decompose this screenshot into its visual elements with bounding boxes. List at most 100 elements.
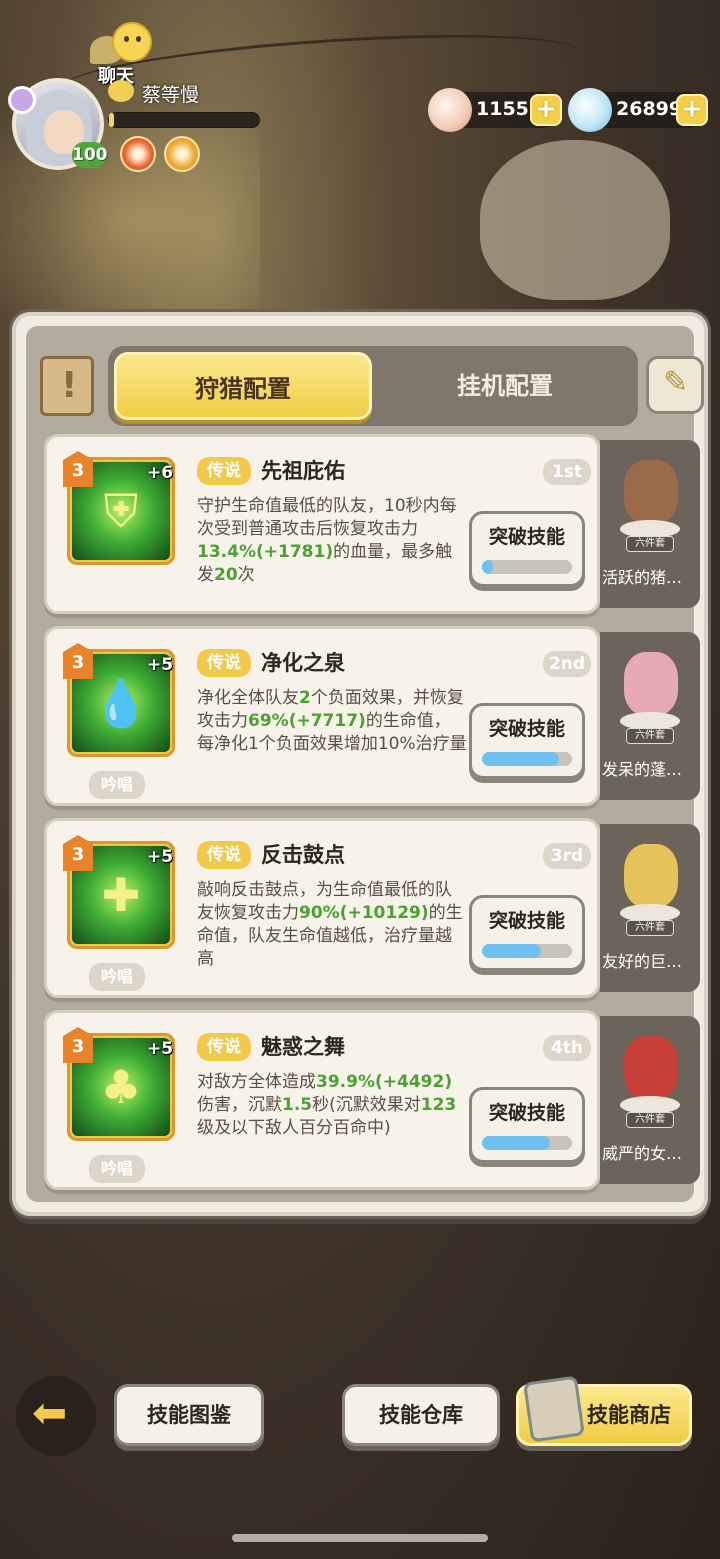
set-tag: 六件套: [626, 536, 674, 552]
scroll-icon[interactable]: [40, 356, 94, 416]
set-figure-icon: [624, 1036, 678, 1100]
chant-badge: 吟唱: [89, 963, 145, 991]
background-skull: [480, 140, 670, 300]
skill-name: 先祖庇佑: [261, 459, 345, 483]
exp-bar: [108, 112, 260, 128]
breakthrough-progress: [482, 944, 572, 958]
rarity-badge: 传说: [197, 1033, 251, 1061]
back-arrow-icon[interactable]: [16, 1376, 96, 1456]
exp-bar-fill: [109, 113, 114, 127]
set-tag: 六件套: [626, 920, 674, 936]
skill-description: 敲响反击鼓点，为生命值最低的队友恢复攻击力90%(+10129)的生命值，队友生…: [197, 879, 467, 971]
skill-name: 净化之泉: [261, 651, 345, 675]
player-level: 100: [72, 142, 108, 168]
skill-storage-button[interactable]: 技能仓库: [342, 1384, 500, 1446]
skill-row: 💧 3 +5 吟唱 传说 净化之泉 2nd 净化全体队友2个负面效果，并恢复攻击…: [44, 626, 700, 806]
breakthrough-button[interactable]: 突破技能: [469, 511, 585, 587]
buff-fire-icon[interactable]: [120, 136, 156, 172]
skill-description: 守护生命值最低的队友，10秒内每次受到普通攻击后恢复攻击力 13.4%(+1781…: [197, 495, 467, 587]
panel-body: 狩猎配置 挂机配置 ⛨ 3 +6 传说 先祖庇佑 1st 守护生命值最低的队友，…: [26, 326, 704, 1202]
skill-row: ✚ 3 +5 吟唱 传说 反击鼓点 3rd 敲响反击鼓点，为生命值最低的队友恢复…: [44, 818, 700, 998]
tab-hunt-config[interactable]: 狩猎配置: [114, 352, 372, 420]
breakthrough-progress-fill: [482, 752, 559, 766]
skill-desc-segment: 次: [237, 565, 255, 585]
breakthrough-button[interactable]: 突破技能: [469, 703, 585, 779]
edit-icon[interactable]: [646, 356, 704, 414]
skill-plus-level: +5: [147, 847, 174, 867]
set-name: 发呆的蓬…: [602, 760, 683, 779]
skill-desc-segment: (+7717): [288, 711, 366, 731]
equipment-set[interactable]: 六件套 友好的巨…: [600, 824, 700, 992]
pearl-icon: [568, 88, 612, 132]
skill-card[interactable]: ✚ 3 +5 吟唱 传说 反击鼓点 3rd 敲响反击鼓点，为生命值最低的队友恢复…: [44, 818, 600, 998]
player-title-icon: [108, 80, 134, 102]
rarity-badge: 传说: [197, 841, 251, 869]
skill-plus-level: +6: [147, 463, 174, 483]
breakthrough-label: 突破技能: [488, 910, 565, 932]
breakthrough-progress-fill: [482, 944, 541, 958]
breakthrough-label: 突破技能: [488, 718, 565, 740]
avatar-frame-badge-icon: [8, 86, 36, 114]
skill-desc-segment: 2: [299, 688, 311, 708]
skill-rank-badge: 4th: [543, 1035, 591, 1061]
skill-row: ♣ 3 +5 吟唱 传说 魅惑之舞 4th 对敌方全体造成39.9%(+4492…: [44, 1010, 700, 1190]
skill-card[interactable]: ⛨ 3 +6 传说 先祖庇佑 1st 守护生命值最低的队友，10秒内每次受到普通…: [44, 434, 600, 614]
skill-desc-segment: 1.5: [282, 1095, 313, 1115]
skill-config-panel: 狩猎配置 挂机配置 ⛨ 3 +6 传说 先祖庇佑 1st 守护生命值最低的队友，…: [12, 312, 708, 1216]
set-tag: 六件套: [626, 728, 674, 744]
skill-rank-badge: 1st: [543, 459, 591, 485]
equipment-set[interactable]: 六件套 威严的女…: [600, 1016, 700, 1184]
breakthrough-progress: [482, 1136, 572, 1150]
set-name: 友好的巨…: [602, 952, 683, 971]
shell-icon: [428, 88, 472, 132]
skill-desc-segment: 级及以下敌人百分百命中): [197, 1118, 391, 1138]
breakthrough-label: 突破技能: [488, 526, 565, 548]
skill-desc-segment: (+10129): [339, 903, 429, 923]
skill-desc-segment: 守护生命值最低的队友，10秒内每次受到普通攻击后恢复攻击力: [197, 496, 457, 539]
tab-idle-config[interactable]: 挂机配置: [378, 352, 632, 420]
skill-description: 净化全体队友2个负面效果，并恢复攻击力69%(+7717)的生命值，每净化1个负…: [197, 687, 467, 756]
skill-shop-button[interactable]: 技能商店: [516, 1375, 692, 1446]
pearl-count: 26899: [616, 98, 683, 120]
skill-codex-button[interactable]: 技能图鉴: [114, 1384, 264, 1446]
home-indicator[interactable]: [232, 1534, 488, 1542]
breakthrough-progress: [482, 752, 572, 766]
player-name: 蔡等慢: [142, 84, 200, 106]
skill-rank-badge: 2nd: [543, 651, 591, 677]
skill-desc-segment: (+1781): [255, 542, 334, 562]
set-figure-icon: [624, 844, 678, 908]
shop-icon: [523, 1375, 585, 1443]
skill-desc-segment: 39.9%: [316, 1072, 375, 1092]
equipment-set[interactable]: 六件套 发呆的蓬…: [600, 632, 700, 800]
rarity-badge: 传说: [197, 457, 251, 485]
breakthrough-progress-fill: [482, 1136, 550, 1150]
equipment-set[interactable]: 六件套 活跃的猪…: [600, 440, 700, 608]
skill-shop-label: 技能商店: [587, 1403, 671, 1427]
skill-desc-segment: 123: [420, 1095, 457, 1115]
skill-desc-segment: 对敌方全体造成: [197, 1072, 316, 1092]
currency-pearl: 26899 +: [568, 88, 708, 132]
buff-swirl-icon[interactable]: [164, 136, 200, 172]
set-tag: 六件套: [626, 1112, 674, 1128]
breakthrough-button[interactable]: 突破技能: [469, 895, 585, 971]
skill-card[interactable]: ♣ 3 +5 吟唱 传说 魅惑之舞 4th 对敌方全体造成39.9%(+4492…: [44, 1010, 600, 1190]
skill-desc-segment: (+4492): [374, 1072, 453, 1092]
breakthrough-progress: [482, 560, 572, 574]
chant-badge: 吟唱: [89, 1155, 145, 1183]
set-figure-icon: [624, 652, 678, 716]
skill-desc-segment: 净化全体队友: [197, 688, 299, 708]
breakthrough-button[interactable]: 突破技能: [469, 1087, 585, 1163]
skill-desc-segment: 69%: [248, 711, 289, 731]
rarity-badge: 传说: [197, 649, 251, 677]
skill-name: 反击鼓点: [261, 843, 345, 867]
skill-name: 魅惑之舞: [261, 1035, 345, 1059]
set-name: 威严的女…: [602, 1144, 683, 1163]
breakthrough-label: 突破技能: [488, 1102, 565, 1124]
skill-card[interactable]: 💧 3 +5 吟唱 传说 净化之泉 2nd 净化全体队友2个负面效果，并恢复攻击…: [44, 626, 600, 806]
set-figure-icon: [624, 460, 678, 524]
add-pearl-button[interactable]: +: [676, 94, 708, 126]
skill-rank-badge: 3rd: [543, 843, 591, 869]
chat-face-icon: [112, 22, 152, 62]
add-shell-button[interactable]: +: [530, 94, 562, 126]
shell-count: 1155: [476, 98, 529, 120]
